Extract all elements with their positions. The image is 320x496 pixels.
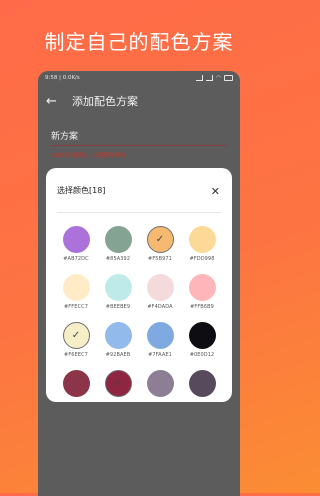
color-hex-label: #F4DADA <box>147 304 173 310</box>
signal-icon <box>196 75 204 81</box>
wifi-icon: ◠ <box>216 75 221 81</box>
color-hex-label: #FFB6B9 <box>190 304 214 310</box>
color-swatch[interactable] <box>139 370 181 397</box>
color-swatch[interactable]: #85A392 <box>97 226 139 262</box>
toolbar-title: 添加配色方案 <box>72 95 138 108</box>
color-swatch[interactable]: #FFB6B9 <box>181 274 223 310</box>
color-dot[interactable] <box>146 322 174 349</box>
color-picker-dialog: 选择颜色[18] ✕ #AB72DC #85A392 ✓ #F5B971 #FDD998… <box>46 168 232 402</box>
status-icons: ◠ <box>196 75 233 81</box>
color-dot[interactable] <box>146 274 174 301</box>
status-time: 9:58 | 0.0K/s <box>45 75 80 81</box>
color-hex-label: #F6EEC7 <box>64 352 88 358</box>
color-hex-label: #92BAEB <box>105 352 131 358</box>
color-dot[interactable] <box>104 226 132 253</box>
color-swatch[interactable]: #0E0D12 <box>181 322 223 358</box>
battery-icon <box>224 75 233 81</box>
color-swatch[interactable]: #AB72DC <box>55 226 97 262</box>
color-swatch[interactable]: #FFECC7 <box>55 274 97 310</box>
check-icon: ✓ <box>155 234 165 245</box>
color-dot[interactable]: ✓ <box>62 322 90 349</box>
color-swatch[interactable]: ✓ #F5B971 <box>139 226 181 262</box>
color-swatch[interactable]: ✓ <box>97 370 139 397</box>
banner-title: 制定自己的配色方案 <box>44 30 234 54</box>
color-dot[interactable] <box>104 322 132 349</box>
toolbar: ← 添加配色方案 <box>38 85 240 117</box>
color-dot[interactable]: ✓ <box>104 370 132 397</box>
scheme-name-field[interactable]: 新方案 <box>51 129 227 146</box>
color-hex-label: #85A392 <box>105 256 131 262</box>
arrow-left-icon[interactable]: ← <box>46 94 60 109</box>
color-hex-label: #AB72DC <box>63 256 89 262</box>
dialog-header: 选择颜色[18] ✕ <box>46 168 232 200</box>
color-swatch[interactable]: #92BAEB <box>97 322 139 358</box>
check-icon: ✓ <box>71 330 81 341</box>
close-icon[interactable]: ✕ <box>211 186 220 197</box>
color-dot[interactable] <box>188 226 216 253</box>
color-dot[interactable] <box>62 370 90 397</box>
color-dot[interactable]: ✓ <box>146 226 174 253</box>
color-dot[interactable] <box>146 370 174 397</box>
color-dot[interactable] <box>188 322 216 349</box>
color-dot[interactable] <box>104 274 132 301</box>
color-swatch[interactable]: ✓ #F6EEC7 <box>55 322 97 358</box>
color-hex-label: #0E0D12 <box>189 352 215 358</box>
status-bar: 9:58 | 0.0K/s ◠ <box>38 71 240 85</box>
phone-screen: 9:58 | 0.0K/s ◠ ← 添加配色方案 新方案 *单击更改颜色，长按删… <box>38 71 240 496</box>
dialog-title: 选择颜色[18] <box>57 186 106 195</box>
scheme-name-value: 新方案 <box>51 132 79 142</box>
color-hex-label: #FFECC7 <box>64 304 88 310</box>
divider <box>57 212 221 213</box>
color-swatch[interactable] <box>55 370 97 397</box>
color-dot[interactable] <box>188 370 216 397</box>
color-dot[interactable] <box>188 274 216 301</box>
color-hex-label: #F5B971 <box>148 256 172 262</box>
color-dot[interactable] <box>62 226 90 253</box>
color-swatch[interactable]: #BEEBE9 <box>97 274 139 310</box>
color-swatch[interactable]: #7FAAE1 <box>139 322 181 358</box>
color-swatch[interactable] <box>181 370 223 397</box>
color-swatch[interactable]: #FDD998 <box>181 226 223 262</box>
text-cursor <box>79 132 81 141</box>
color-grid: #AB72DC #85A392 ✓ #F5B971 #FDD998 #FFECC7 #BEE… <box>55 226 223 397</box>
signal-icon-2 <box>206 75 214 81</box>
color-hex-label: #BEEBE9 <box>105 304 131 310</box>
color-dot[interactable] <box>62 274 90 301</box>
color-hex-label: #7FAAE1 <box>148 352 172 358</box>
color-swatch[interactable]: #F4DADA <box>139 274 181 310</box>
check-icon: ✓ <box>113 378 123 389</box>
hint-text: *单击更改颜色，长按删除颜色 <box>51 153 126 159</box>
color-hex-label: #FDD998 <box>189 256 215 262</box>
